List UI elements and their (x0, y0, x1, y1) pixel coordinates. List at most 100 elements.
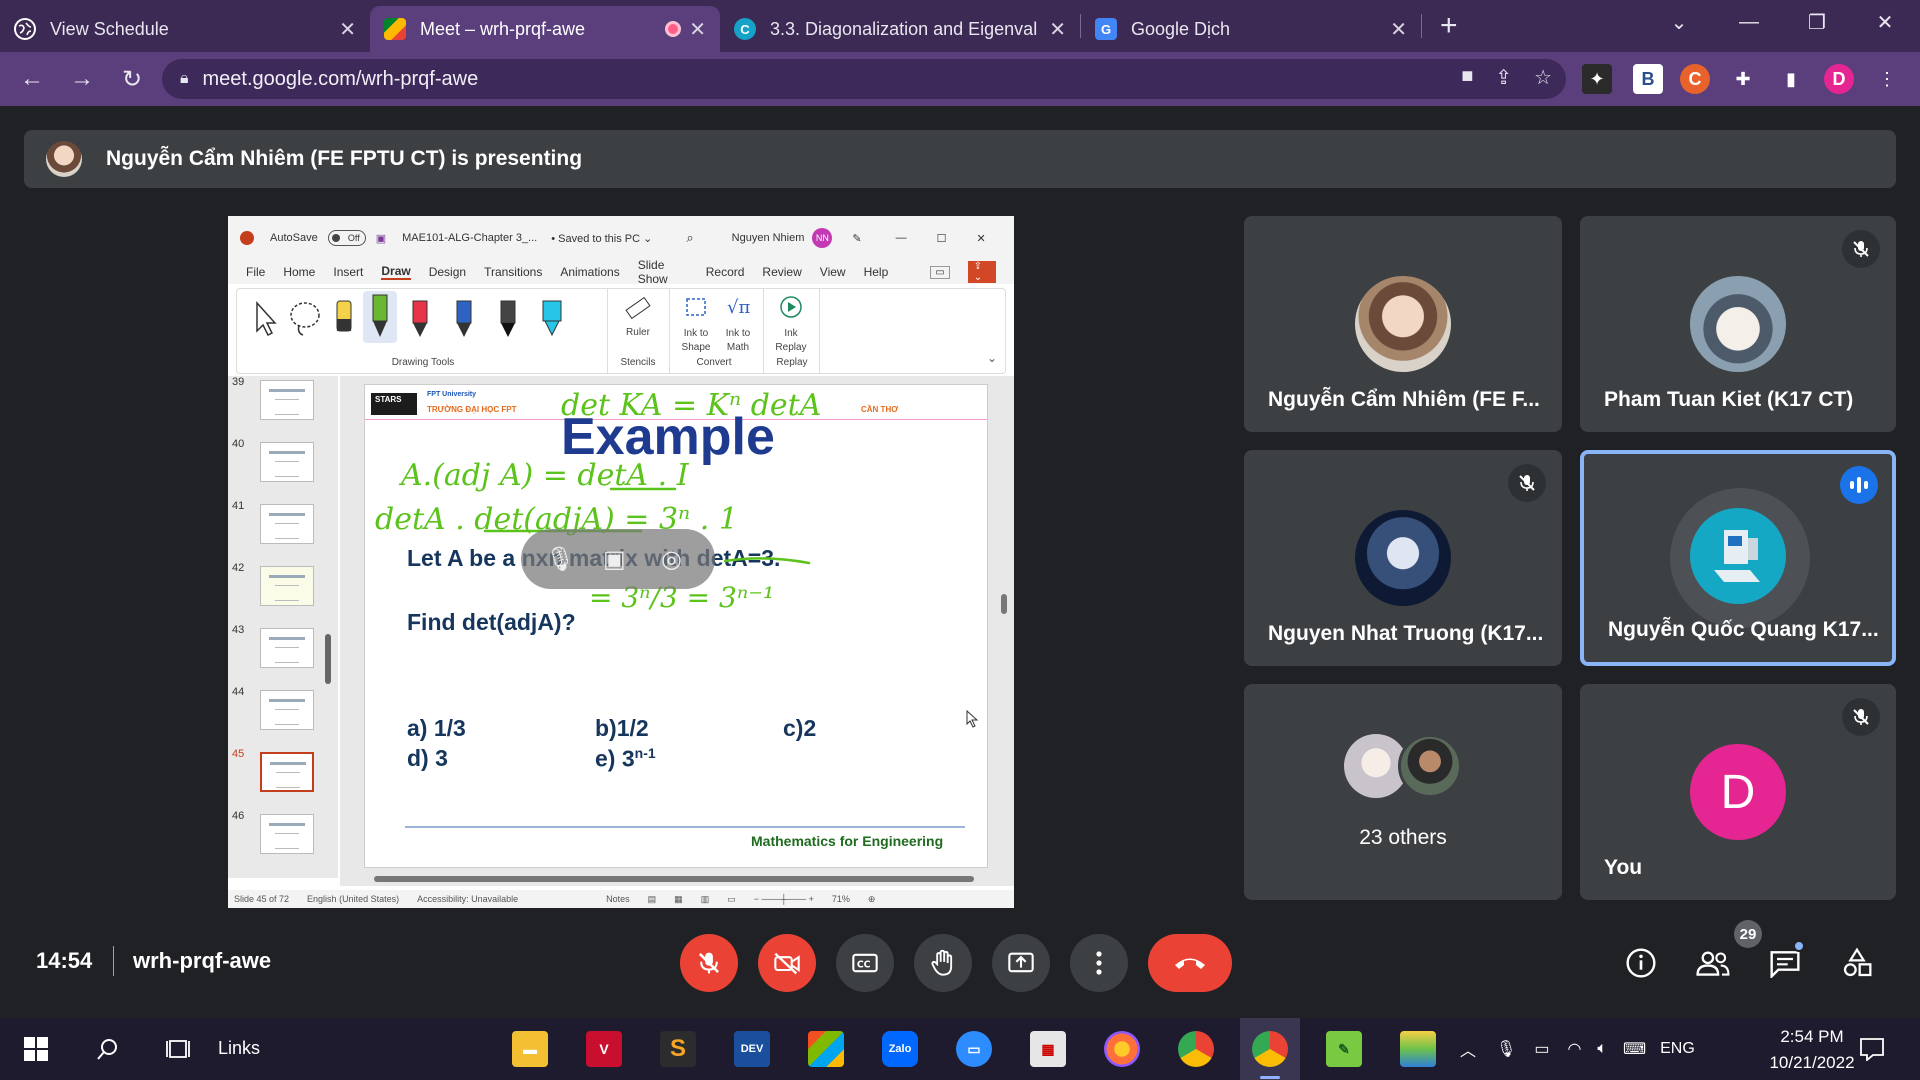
close-icon[interactable]: ✕ (1390, 17, 1407, 42)
file-explorer-icon[interactable]: ▬ (512, 1031, 548, 1067)
notepad-plus-icon[interactable]: ✎ (1326, 1031, 1362, 1067)
slide-vertical-scrollbar[interactable] (998, 384, 1010, 868)
bookmark-star-icon[interactable]: ☆ (1534, 65, 1552, 90)
menu-slide-show[interactable]: Slide Show (638, 258, 688, 286)
menu-file[interactable]: File (246, 265, 265, 279)
extension-c-icon[interactable]: C (1680, 64, 1710, 94)
thumbnail-slide-42[interactable]: 42 (228, 562, 328, 612)
participant-tile-others[interactable]: 23 others (1244, 684, 1562, 900)
ink-to-shape-label[interactable]: Ink to Shape (673, 327, 719, 355)
new-tab-icon[interactable]: + (1440, 9, 1458, 43)
close-icon[interactable]: ✕ (977, 232, 986, 245)
menu-insert[interactable]: Insert (333, 265, 363, 279)
shared-screen[interactable]: AutoSave Off ▣ MAE101-ALG-Chapter 3_... … (228, 216, 1014, 908)
tray-chevron-icon[interactable]: ︿ (1460, 1037, 1476, 1061)
window-close-icon[interactable]: ✕ (1850, 0, 1920, 44)
menu-design[interactable]: Design (429, 265, 466, 279)
thumbnail-slide-40[interactable]: 40 (228, 438, 328, 488)
accessibility-status[interactable]: Accessibility: Unavailable (417, 894, 518, 904)
colorful-app-icon[interactable] (808, 1031, 844, 1067)
extension-b-icon[interactable]: B (1633, 64, 1663, 94)
zalo-icon[interactable]: Zalo (882, 1031, 918, 1067)
minimize-icon[interactable]: — (896, 232, 907, 244)
thumbnail-slide-45-selected[interactable]: 45 (228, 748, 328, 798)
forward-arrow-icon[interactable]: → (60, 57, 104, 101)
pen-green-selected[interactable] (363, 291, 397, 343)
share-icon[interactable]: ⇪ (1495, 65, 1512, 90)
firefox-icon[interactable] (1104, 1031, 1140, 1067)
normal-view-icon[interactable]: ▤ (648, 894, 657, 905)
slide-45[interactable]: STARS FPT University TRƯỜNG ĐẠI HỌC FPT … (364, 384, 988, 868)
thumbnail-slide-46[interactable]: 46 (228, 810, 328, 860)
participant-tile-nguyen-nhat-truong[interactable]: Nguyen Nhat Truong (K17... (1244, 450, 1562, 666)
people-button[interactable] (1690, 940, 1736, 986)
close-icon[interactable]: ✕ (339, 17, 356, 42)
puzzle-extensions-icon[interactable]: ✚ (1728, 64, 1758, 94)
meeting-details-button[interactable] (1618, 940, 1664, 986)
camera-toggle-button[interactable] (758, 934, 816, 992)
side-panel-icon[interactable]: ▮ (1776, 64, 1806, 94)
vietjet-app-icon[interactable]: V (586, 1031, 622, 1067)
ink-replay-label[interactable]: Ink Replay (771, 327, 811, 355)
settings-icon[interactable]: ◎ (661, 545, 682, 574)
thumbnail-slide-41[interactable]: 41 (228, 500, 328, 550)
mic-toggle-button[interactable] (680, 934, 738, 992)
pen-icon[interactable]: ✎ (852, 232, 861, 245)
links-toolbar[interactable]: Links (218, 1038, 260, 1059)
sublime-text-icon[interactable]: S (660, 1031, 696, 1067)
participant-tile-pham-tuan-kiet[interactable]: Pham Tuan Kiet (K17 CT) (1580, 216, 1896, 432)
thumbnail-slide-43[interactable]: 43 (228, 624, 328, 674)
reload-icon[interactable]: ↻ (110, 57, 154, 101)
zoom-icon[interactable]: ▭ (956, 1031, 992, 1067)
reading-view-icon[interactable]: ▥ (701, 894, 710, 905)
tab-diagonalization[interactable]: C 3.3. Diagonalization and Eigenval ✕ (720, 6, 1080, 52)
menu-draw[interactable]: Draw (381, 264, 411, 280)
slide-sorter-icon[interactable]: ▦ (674, 894, 683, 905)
notes-button[interactable]: Notes (606, 894, 630, 904)
profile-avatar[interactable]: D (1824, 64, 1854, 94)
leave-call-button[interactable] (1148, 934, 1232, 992)
mic-off-icon[interactable]: 🎙︎ (545, 545, 575, 574)
tab-search-chevron-icon[interactable]: ⌄ (1644, 0, 1714, 44)
ink-replay-icon[interactable] (777, 293, 805, 321)
present-screen-button[interactable] (992, 934, 1050, 992)
raise-hand-button[interactable] (914, 934, 972, 992)
save-icon[interactable]: ▣ (376, 232, 386, 245)
input-language[interactable]: ENG (1660, 1040, 1695, 1058)
ruler-icon[interactable] (623, 293, 653, 323)
menu-help[interactable]: Help (864, 265, 889, 279)
select-cursor-icon[interactable] (249, 297, 279, 339)
back-arrow-icon[interactable]: ← (10, 57, 54, 101)
share-button[interactable]: ⇪ ⌄ (967, 261, 996, 283)
search-icon[interactable] (90, 1031, 126, 1067)
chrome-profile-icon[interactable] (1252, 1031, 1288, 1067)
zoom-slider[interactable]: − ───┼─── + (754, 894, 814, 904)
slide-thumbnail[interactable] (260, 628, 314, 668)
slide-thumbnail[interactable] (260, 690, 314, 730)
windows-start-icon[interactable] (18, 1031, 54, 1067)
thumbnail-slide-39[interactable]: 39 (228, 376, 328, 426)
slide-thumbnail[interactable] (260, 504, 314, 544)
slide-thumbnail[interactable] (260, 442, 314, 482)
slide-thumbnail[interactable] (260, 566, 314, 606)
bluestacks-icon[interactable] (1400, 1031, 1436, 1067)
keyboard-icon[interactable]: ⌨ (1623, 1039, 1646, 1059)
battery-icon[interactable]: ▭ (1534, 1039, 1549, 1059)
participant-tile-presenter[interactable]: Nguyễn Cẩm Nhiêm (FE F... (1244, 216, 1562, 432)
chrome-menu-icon[interactable]: ⋮ (1872, 64, 1902, 94)
camera-in-use-icon[interactable]: ■ (1461, 65, 1473, 90)
activities-button[interactable] (1834, 940, 1880, 986)
captions-button[interactable]: CC (836, 934, 894, 992)
wifi-icon[interactable]: ◠ (1567, 1039, 1581, 1059)
meeting-code[interactable]: wrh-prqf-awe (133, 948, 271, 974)
menu-record[interactable]: Record (706, 265, 745, 279)
slide-thumbnail[interactable] (260, 814, 314, 854)
menu-view[interactable]: View (820, 265, 846, 279)
pen-dark-icon[interactable] (495, 297, 521, 339)
slideshow-icon[interactable]: ▭ (727, 894, 736, 905)
camera-off-icon[interactable]: ▣ (603, 545, 626, 574)
chrome-icon[interactable] (1178, 1031, 1214, 1067)
tab-google-translate[interactable]: G Google Dịch ✕ (1081, 6, 1421, 52)
menu-review[interactable]: Review (762, 265, 801, 279)
save-status[interactable]: • Saved to this PC ⌄ (551, 232, 652, 245)
